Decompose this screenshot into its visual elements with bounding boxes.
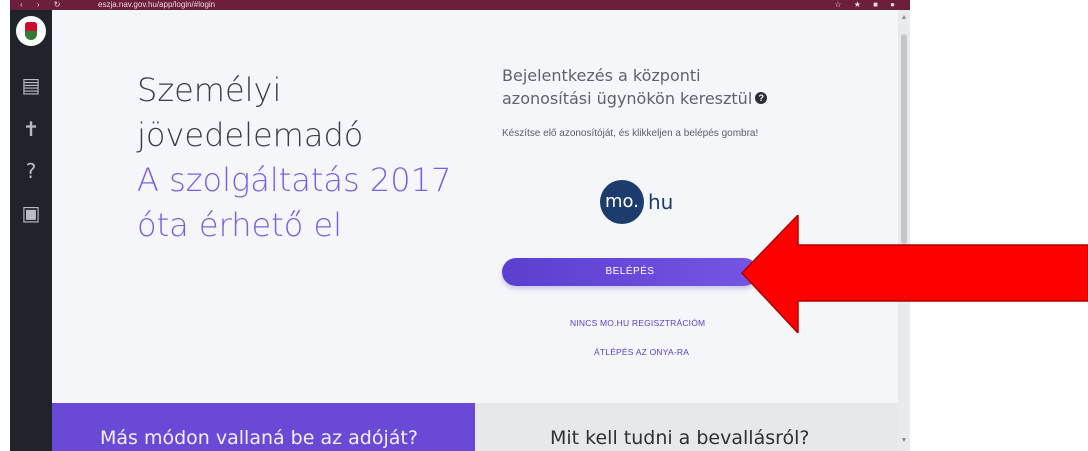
login-box: Bejelentkezés a központi azonosítási ügy… [502,64,802,141]
browser-extensions[interactable]: ☆ ★ ■ ● [834,0,900,10]
title-line-4: óta érhető el [137,206,343,244]
hungarian-coat-of-arms-icon[interactable] [16,16,46,46]
login-instructions: Készítse elő azonosítóját, és klikkeljen… [502,128,759,139]
browser-toolbar: ‹ › ↻ eszja.nav.gov.hu/app/login/#login … [10,0,910,10]
accessibility-icon[interactable]: ✝ [18,116,44,142]
filing-info-panel[interactable]: Mit kell tudni a bevallásról? [475,403,898,451]
login-title: Bejelentkezés a központi azonosítási ügy… [502,64,802,110]
scrollbar-thumb[interactable] [901,34,907,244]
page-title: Személyi jövedelemadó A szolgáltatás 201… [137,68,451,248]
switch-to-onya-link[interactable]: ÁTLÉPÉS AZ ONYA-RA [594,347,689,357]
login-title-line-2: azonosítási ügynökön keresztül [502,89,753,108]
help-icon[interactable]: ? [18,158,44,184]
document-icon[interactable]: ▣ [18,200,44,226]
arrow-shape [740,215,1088,333]
mohu-logo-circle: mo. [600,180,644,224]
sidebar: ▤ ✝ ? ▣ [10,10,52,451]
tax-form-icon[interactable]: ▤ [18,72,44,98]
other-filing-methods-title: Más módon vallaná be az adóját? [100,427,418,449]
filing-info-title: Mit kell tudni a bevallásról? [550,427,810,449]
other-filing-methods-panel[interactable]: Más módon vallaná be az adóját? [52,403,475,451]
scroll-up-arrow-icon[interactable]: ▲ [900,14,908,22]
coat-of-arms-shield [25,22,37,40]
title-line-2: jövedelemadó [137,116,364,154]
browser-nav-buttons[interactable]: ‹ › ↻ [20,0,66,10]
address-bar[interactable]: eszja.nav.gov.hu/app/login/#login [98,0,215,10]
scroll-down-arrow-icon[interactable]: ▼ [900,437,908,445]
red-pointer-arrow-icon [740,215,1088,333]
title-line-3: A szolgáltatás 2017 [137,161,452,199]
mohu-logo: mo. hu [600,180,700,224]
mohu-logo-text: hu [648,190,674,214]
title-line-1: Személyi [137,71,282,109]
login-button[interactable]: BELÉPÉS [502,258,758,286]
no-registration-link[interactable]: NINCS MO.HU REGISZTRÁCIÓM [570,318,705,328]
login-title-line-1: Bejelentkezés a központi [502,66,701,85]
question-mark-icon[interactable]: ? [755,92,768,104]
